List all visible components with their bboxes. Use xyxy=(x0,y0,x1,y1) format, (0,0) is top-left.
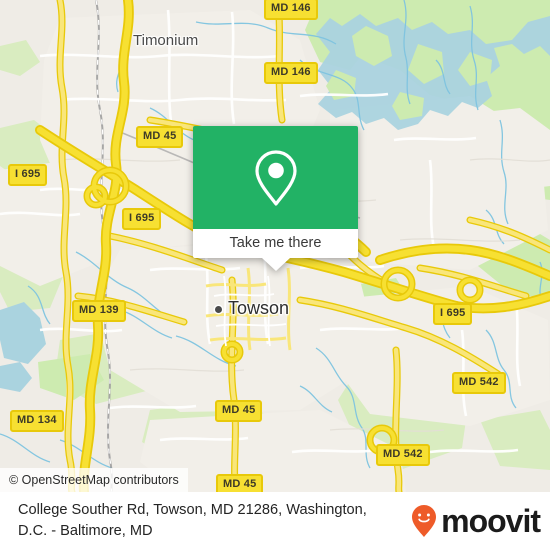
moovit-brand[interactable]: moovit xyxy=(411,503,541,539)
road-shield-md-542-east[interactable]: MD 542 xyxy=(452,372,506,394)
road-shield-md-45-north[interactable]: MD 45 xyxy=(136,126,184,148)
road-shield-md-134[interactable]: MD 134 xyxy=(10,410,64,432)
map-canvas[interactable]: Timonium Towson MD 146 MD 146 MD 45 I 69… xyxy=(0,0,550,492)
moovit-wordmark: moovit xyxy=(441,503,541,539)
bottom-caption-bar: College Souther Rd, Towson, MD 21286, Wa… xyxy=(0,492,550,550)
map-pin-icon xyxy=(254,149,297,206)
moovit-smiley-pin-icon xyxy=(412,505,437,537)
popup-footer[interactable]: Take me there xyxy=(193,229,358,271)
osm-attribution[interactable]: © OpenStreetMap contributors xyxy=(0,468,188,492)
popup-header xyxy=(193,126,358,229)
map-label-timonium: Timonium xyxy=(133,32,199,49)
road-shield-md-146-north[interactable]: MD 146 xyxy=(264,0,318,20)
caption-line-1: College Souther Rd, Towson, MD 21286, Wa… xyxy=(18,502,367,519)
road-shield-md-146-south[interactable]: MD 146 xyxy=(264,62,318,84)
road-shield-md-45-south[interactable]: MD 45 xyxy=(215,400,263,422)
road-shield-md-139[interactable]: MD 139 xyxy=(72,300,126,322)
road-shield-md-45-bottom[interactable]: MD 45 xyxy=(216,474,264,492)
road-shield-i-695-east[interactable]: I 695 xyxy=(433,303,473,325)
moovit-map-screenshot: Timonium Towson MD 146 MD 146 MD 45 I 69… xyxy=(0,0,550,550)
popup-tail-pointer xyxy=(261,258,290,271)
road-shield-md-542-south[interactable]: MD 542 xyxy=(376,444,430,466)
destination-popup-card[interactable]: Take me there xyxy=(193,126,358,271)
road-shield-i-695-center[interactable]: I 695 xyxy=(122,208,162,230)
location-caption: College Souther Rd, Towson, MD 21286, Wa… xyxy=(18,500,411,541)
take-me-there-label: Take me there xyxy=(229,235,322,252)
map-city-dot-towson xyxy=(215,306,222,313)
road-shield-i-695-west[interactable]: I 695 xyxy=(8,164,48,186)
caption-line-2: D.C. - Baltimore, MD xyxy=(18,523,153,539)
map-label-towson: Towson xyxy=(228,298,290,318)
